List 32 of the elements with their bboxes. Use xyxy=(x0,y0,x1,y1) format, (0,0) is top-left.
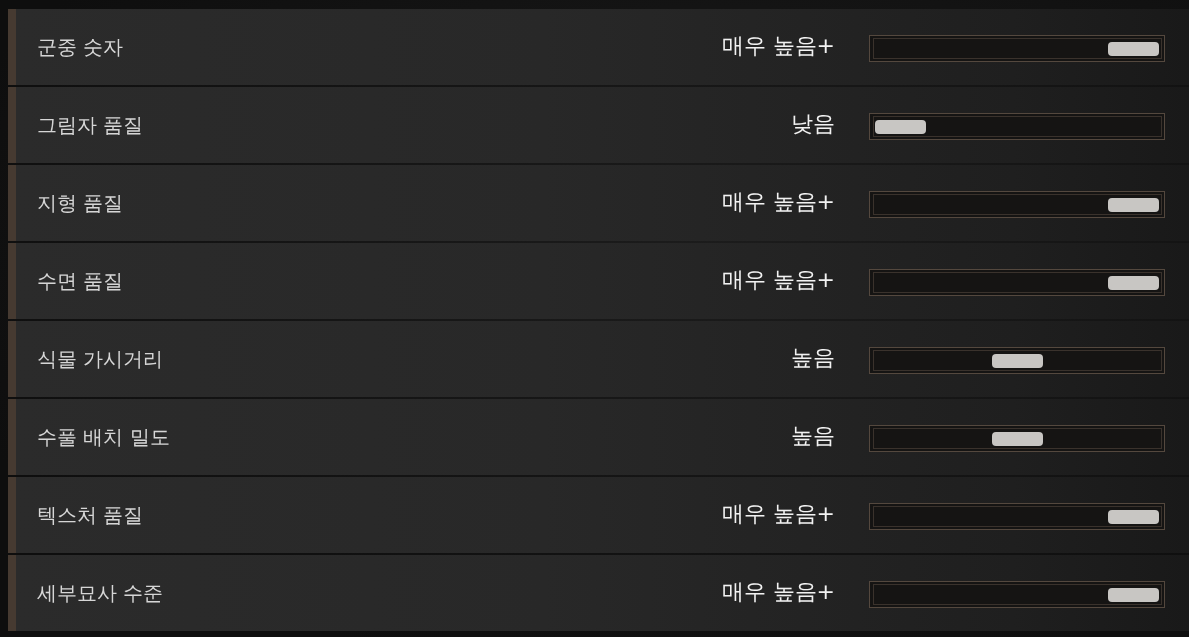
slider-thumb[interactable] xyxy=(1108,510,1159,524)
setting-label: 세부묘사 수준 xyxy=(37,579,164,607)
setting-label: 그림자 품질 xyxy=(37,111,144,139)
setting-value: 높음 xyxy=(791,421,835,450)
slider-track[interactable] xyxy=(869,425,1165,452)
setting-label: 지형 품질 xyxy=(37,189,124,217)
slider-thumb[interactable] xyxy=(875,120,926,134)
setting-value: 매우 높음+ xyxy=(721,265,835,294)
setting-value: 낮음 xyxy=(791,109,835,138)
slider-track[interactable] xyxy=(869,269,1165,296)
slider-thumb[interactable] xyxy=(1108,588,1159,602)
slider-thumb[interactable] xyxy=(1108,198,1159,212)
slider-thumb[interactable] xyxy=(991,432,1043,446)
slider-track[interactable] xyxy=(869,347,1165,374)
setting-value: 매우 높음+ xyxy=(721,577,835,606)
slider-track[interactable] xyxy=(869,581,1165,608)
slider-track[interactable] xyxy=(869,113,1165,140)
slider-thumb[interactable] xyxy=(1108,276,1159,290)
slider-track[interactable] xyxy=(869,503,1165,530)
setting-value: 높음 xyxy=(791,343,835,372)
slider-thumb[interactable] xyxy=(991,354,1043,368)
setting-value: 매우 높음+ xyxy=(721,187,835,216)
setting-label: 수풀 배치 밀도 xyxy=(37,423,170,451)
setting-label: 식물 가시거리 xyxy=(37,345,164,373)
slider-thumb[interactable] xyxy=(1108,42,1159,56)
setting-label: 텍스처 품질 xyxy=(37,501,144,529)
setting-value: 매우 높음+ xyxy=(721,499,835,528)
slider-track[interactable] xyxy=(869,35,1165,62)
slider-track[interactable] xyxy=(869,191,1165,218)
setting-label: 군중 숫자 xyxy=(37,33,124,61)
setting-value: 매우 높음+ xyxy=(721,31,835,60)
setting-label: 수면 품질 xyxy=(37,267,124,295)
